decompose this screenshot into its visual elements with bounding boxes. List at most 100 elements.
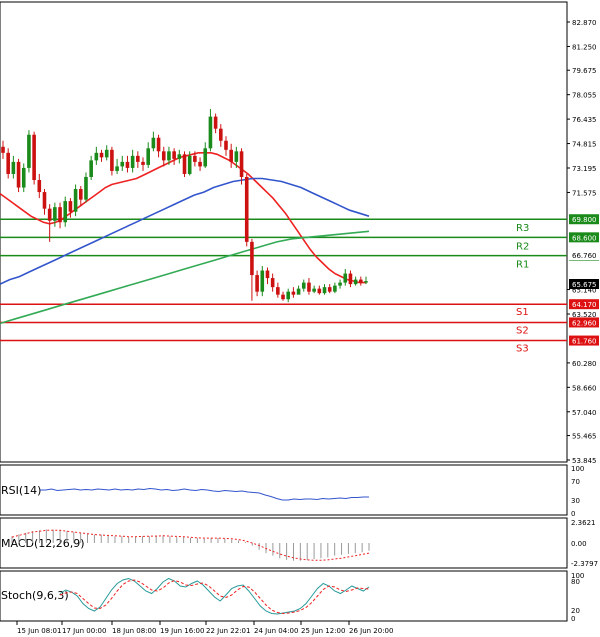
candle-body [32,134,36,180]
time-tick-label: 25 Jun 12:00 [301,627,345,635]
time-tick-label: 17 Jun 00:00 [62,627,106,635]
candle-body [120,161,125,167]
candle-body [146,148,150,165]
current-price-label: 65.675 [572,281,597,289]
candle-body [193,155,197,162]
candle-body [161,151,166,161]
candle-body [364,281,368,283]
hidden-price-label: 66.760 [572,252,597,260]
candle-body [353,279,358,285]
candle-body [94,152,99,161]
candle-body [260,270,265,292]
candle-body [104,149,109,158]
rsi-tick-100: 100 [571,465,584,473]
forex-chart: 82.870 81.250 79.675 78.055 76.435 74.815 73.1… [0,1,599,635]
rsi-tick-70: 70 [571,478,580,486]
candle-body [167,151,171,161]
candle-body [11,161,16,174]
candle-body [312,288,316,292]
candle-body [281,294,285,300]
candle-body [99,152,104,158]
level-name-r2: R2 [516,241,529,252]
candle-body [156,137,161,152]
time-tick-label: 24 Jun 04:00 [254,627,298,635]
candle-body [63,201,68,223]
level-name-r1: R1 [516,260,529,271]
candle-body [37,179,42,193]
candle-body [136,155,140,162]
candle-body [229,149,233,162]
candle-body [84,176,88,200]
candle-body [89,160,93,177]
level-value-s1: 64.170 [572,301,597,309]
rsi-title: RSI(14) [1,484,41,497]
candle-body [27,134,31,168]
price-tick-label: 57.040 [572,409,597,417]
candle-body [219,128,223,141]
price-tick-label: 55.465 [572,433,597,441]
candle-body [198,161,202,167]
candle-body [234,151,239,162]
candle-body [359,279,363,283]
candle-body [291,291,296,295]
candle-body [187,155,192,174]
price-tick-label: 71.575 [572,189,597,197]
candle-body [1,146,5,153]
price-panel-frame [0,1,568,463]
candle-body [333,285,337,292]
candle-body [172,151,176,159]
candle-body [6,152,10,174]
candle-body [301,282,306,289]
rsi-tick-30: 30 [571,497,580,505]
stoch-title: Stoch(9,6,3) [1,589,69,602]
candle-body [182,154,187,174]
candle-body [348,273,353,285]
price-tick-label: 60.280 [572,360,597,368]
price-tick-label: 53.845 [572,457,597,465]
time-tick-label: 15 Jun 08:01 [17,627,61,635]
price-tick-label: 79.675 [572,67,597,75]
candle-body [177,154,182,159]
candle-body [151,137,156,149]
level-value-r2: 68.600 [572,234,597,242]
level-name-s2: S2 [516,325,529,336]
time-axis: 15 Jun 08:01 17 Jun 00:00 18 Jun 08:00 19 J… [16,621,393,635]
macd-tick-high: 2.3621 [571,519,596,527]
candle-body [47,208,52,221]
candle-body [42,192,47,209]
stoch-tick-80: 80 [571,578,580,586]
candle-body [244,176,249,242]
candle-body [73,189,78,212]
level-name-s1: S1 [516,307,529,318]
candle-body [58,207,62,223]
candle-body [203,148,208,167]
macd-title: MACD(12,26,9) [1,537,85,550]
macd-tick-zero: 0.00 [571,540,587,548]
price-tick-label: 78.055 [572,92,597,100]
candle-body [327,287,332,292]
current-price: 66.760 65.675 [569,250,599,289]
candle-body [53,207,57,221]
candle-body [213,116,218,129]
candle-body [338,282,342,286]
candle-body [250,241,254,276]
candle-body [21,167,26,188]
macd-panel-frame [0,517,568,569]
candle-body [255,275,259,292]
macd-tick-low: -2.3797 [571,560,598,568]
stoch-tick-0: 0 [571,615,575,623]
price-tick-label: 81.250 [572,43,597,51]
level-value-s2: 62.960 [572,319,597,327]
price-tick-label: 58.660 [572,384,597,392]
candle-body [141,161,145,165]
candle-body [265,270,270,279]
stoch-tick-20: 20 [571,607,580,615]
candle-body [78,189,83,200]
time-tick-label: 26 Jun 20:00 [349,627,393,635]
candle-body [276,287,280,295]
candle-body [317,288,322,294]
level-name-r3: R3 [516,223,529,234]
price-tick-label: 76.435 [572,116,597,124]
time-tick-label: 18 Jun 08:00 [112,627,156,635]
candle-body [16,161,21,188]
